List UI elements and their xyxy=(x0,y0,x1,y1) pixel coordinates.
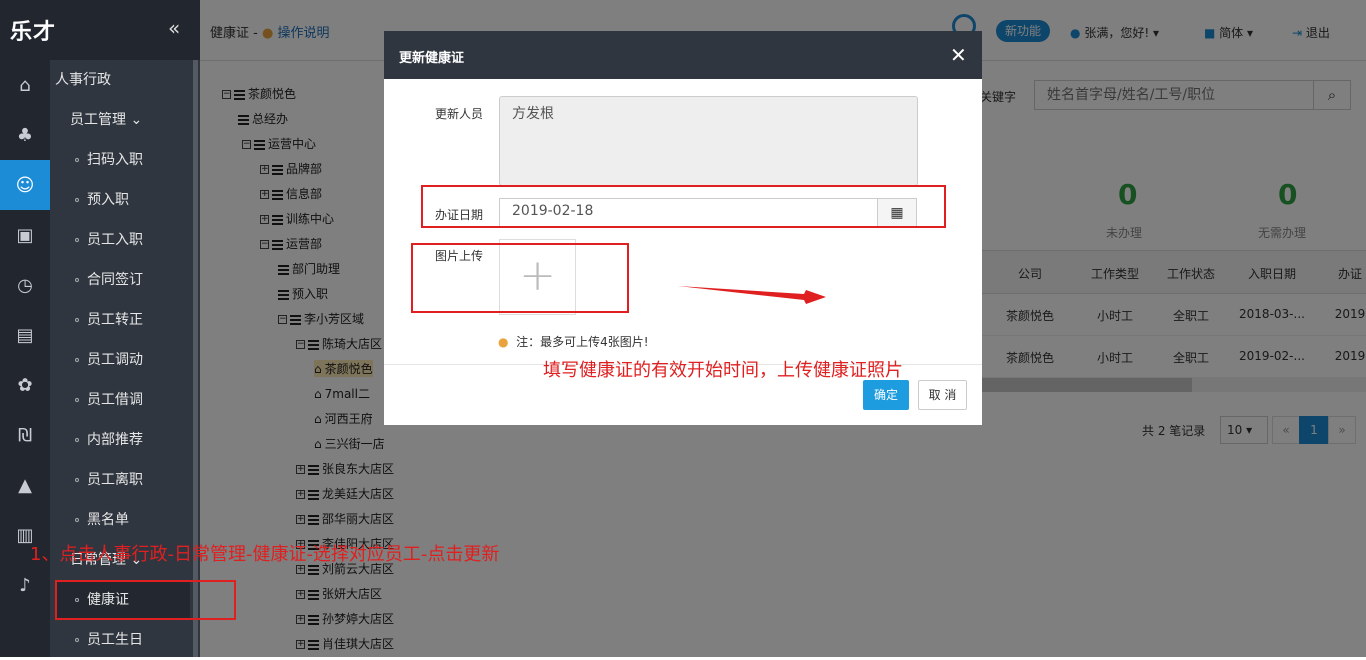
person-field[interactable]: 方发根 xyxy=(499,96,918,186)
menu-item-label: 员工调动 xyxy=(87,352,143,368)
upload-note-text: 注：最多可上传4张图片! xyxy=(516,335,649,349)
collapse-icon[interactable]: « xyxy=(168,16,180,40)
org-icon[interactable]: ♣ xyxy=(0,110,50,160)
annotation-step1: 1、点击人事行政-日常管理-健康证-选择对应员工-点击更新 xyxy=(30,544,500,565)
menu-item-label: 员工生日 xyxy=(87,632,143,648)
menu-group-label: 员工管理 xyxy=(70,112,126,128)
modal-title: 更新健康证 xyxy=(399,51,465,66)
logo-bar: 乐才 « xyxy=(0,0,200,60)
menu-scrollbar[interactable] xyxy=(193,60,198,657)
annotation-box-upload xyxy=(411,243,629,313)
menu-item-label: 员工转正 xyxy=(87,312,143,328)
modal-header: 更新健康证 ✕ xyxy=(384,31,982,79)
money-icon[interactable]: ₪ xyxy=(0,410,50,460)
briefcase-icon[interactable]: ▤ xyxy=(0,310,50,360)
warning-icon: ● xyxy=(498,335,509,349)
clock-icon[interactable]: ◷ xyxy=(0,260,50,310)
menu-item-label: 员工离职 xyxy=(87,472,143,488)
confirm-button[interactable]: 确定 xyxy=(863,380,909,410)
user-icon[interactable]: ☺ xyxy=(0,160,50,210)
menu-section-hr[interactable]: 人事行政 xyxy=(55,60,195,100)
chevron-down-icon: ⌄ xyxy=(130,112,143,128)
cancel-button[interactable]: 取 消 xyxy=(918,380,967,410)
menu-group-employee[interactable]: 员工管理 ⌄ xyxy=(70,100,210,140)
bell-icon[interactable]: ♪ xyxy=(0,560,50,610)
menu-item-label: 预入职 xyxy=(87,192,129,208)
upload-note: ● 注：最多可上传4张图片! xyxy=(498,333,649,350)
menu-item-label: 扫码入职 xyxy=(87,152,143,168)
calendar-icon[interactable]: ▣ xyxy=(0,210,50,260)
menu-item-label: 合同签订 xyxy=(87,272,143,288)
annotation-step2: 填写健康证的有效开始时间，上传健康证照片 xyxy=(543,360,903,381)
home-icon[interactable]: ⌂ xyxy=(0,60,50,110)
side-menu: 人事行政 员工管理 ⌄ 扫码入职预入职员工入职合同签订员工转正员工调动员工借调内… xyxy=(50,60,200,657)
close-icon[interactable]: ✕ xyxy=(950,43,967,67)
annotation-box-menu xyxy=(55,580,236,620)
menu-item-label: 员工入职 xyxy=(87,232,143,248)
annotation-arrow xyxy=(678,286,826,304)
person-label: 更新人员 xyxy=(435,107,484,121)
menu-item-label: 黑名单 xyxy=(87,512,129,528)
gift-icon[interactable]: ✿ xyxy=(0,360,50,410)
app-logo: 乐才 xyxy=(10,20,57,45)
annotation-box-date xyxy=(421,185,946,228)
menu-item-label: 内部推荐 xyxy=(87,432,143,448)
menu-item-label: 员工借调 xyxy=(87,392,143,408)
graduation-icon[interactable]: ▲ xyxy=(0,460,50,510)
